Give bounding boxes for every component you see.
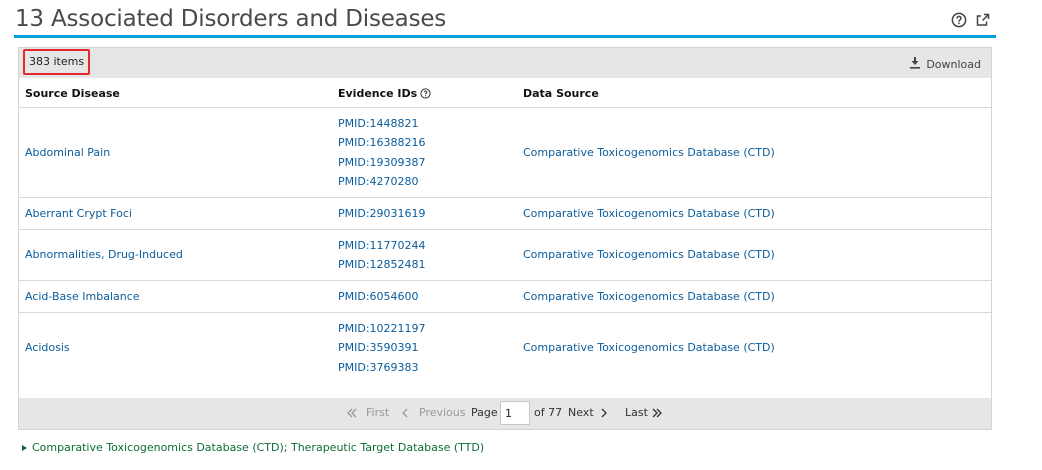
help-icon[interactable] <box>951 12 967 28</box>
pmid-link[interactable]: PMID:3769383 <box>338 358 426 377</box>
next-page-icon[interactable] <box>599 407 609 422</box>
pmid-link[interactable]: PMID:4270280 <box>338 172 426 191</box>
disease-table: 383 items Download Source Disease Eviden… <box>18 47 992 430</box>
pagination: First Previous Page of 77 Next Last <box>19 398 991 429</box>
data-source-link[interactable]: Comparative Toxicogenomics Database (CTD… <box>523 248 775 261</box>
col-header-evidence-ids[interactable]: Evidence IDs <box>338 87 431 102</box>
pmid-link[interactable]: PMID:6054600 <box>338 287 419 306</box>
col-header-evidence-ids-label: Evidence IDs <box>338 87 418 100</box>
disease-link[interactable]: Acid-Base Imbalance <box>25 290 140 303</box>
pmid-link[interactable]: PMID:29031619 <box>338 204 426 223</box>
sources-toggle[interactable]: Comparative Toxicogenomics Database (CTD… <box>32 441 484 454</box>
section-header: 13 Associated Disorders and Diseases <box>14 4 996 38</box>
evidence-ids: PMID:29031619 <box>338 204 426 223</box>
data-source-link[interactable]: Comparative Toxicogenomics Database (CTD… <box>523 146 775 159</box>
table-row: Aberrant Crypt Foci PMID:29031619 Compar… <box>19 198 991 230</box>
page-number-input[interactable] <box>500 401 530 425</box>
pmid-link[interactable]: PMID:11770244 <box>338 236 426 255</box>
help-icon[interactable] <box>420 88 431 102</box>
table-toolbar: 383 items Download <box>19 48 991 78</box>
section-title: 13 Associated Disorders and Diseases <box>15 6 447 32</box>
page-label: Page <box>471 406 498 419</box>
disease-link[interactable]: Aberrant Crypt Foci <box>25 207 132 220</box>
pmid-link[interactable]: PMID:1448821 <box>338 114 426 133</box>
col-header-source-disease[interactable]: Source Disease <box>25 87 120 100</box>
expand-arrow-icon[interactable] <box>22 445 27 451</box>
table-row: Acid-Base Imbalance PMID:6054600 Compara… <box>19 281 991 313</box>
pmid-link[interactable]: PMID:12852481 <box>338 255 426 274</box>
table-row: Abnormalities, Drug-Induced PMID:1177024… <box>19 230 991 281</box>
page-total: of 77 <box>534 406 563 419</box>
evidence-ids: PMID:10221197 PMID:3590391 PMID:3769383 <box>338 319 426 377</box>
first-page-icon[interactable] <box>346 407 358 422</box>
evidence-ids: PMID:11770244 PMID:12852481 <box>338 236 426 275</box>
first-page-button[interactable]: First <box>366 406 389 419</box>
disease-link[interactable]: Abdominal Pain <box>25 146 110 159</box>
previous-page-icon[interactable] <box>400 407 410 422</box>
pmid-link[interactable]: PMID:10221197 <box>338 319 426 338</box>
table-header: Source Disease Evidence IDs Data Source <box>19 78 991 108</box>
header-icons <box>951 12 991 28</box>
data-source-link[interactable]: Comparative Toxicogenomics Database (CTD… <box>523 290 775 303</box>
table-row: Abdominal Pain PMID:1448821 PMID:1638821… <box>19 108 991 198</box>
download-icon <box>909 56 921 72</box>
item-count: 383 items <box>23 49 90 75</box>
download-button[interactable]: Download <box>909 56 981 72</box>
next-page-button[interactable]: Next <box>568 406 594 419</box>
last-page-button[interactable]: Last <box>625 406 648 419</box>
data-source-link[interactable]: Comparative Toxicogenomics Database (CTD… <box>523 341 775 354</box>
previous-page-button[interactable]: Previous <box>419 406 466 419</box>
evidence-ids: PMID:6054600 <box>338 287 419 306</box>
data-source-link[interactable]: Comparative Toxicogenomics Database (CTD… <box>523 207 775 220</box>
pmid-link[interactable]: PMID:3590391 <box>338 338 426 357</box>
disease-link[interactable]: Abnormalities, Drug-Induced <box>25 248 183 261</box>
pmid-link[interactable]: PMID:19309387 <box>338 153 426 172</box>
external-link-icon[interactable] <box>975 12 991 28</box>
table-row: Acidosis PMID:10221197 PMID:3590391 PMID… <box>19 313 991 399</box>
download-label: Download <box>926 57 981 71</box>
last-page-icon[interactable] <box>651 407 663 422</box>
disease-link[interactable]: Acidosis <box>25 341 70 354</box>
evidence-ids: PMID:1448821 PMID:16388216 PMID:19309387… <box>338 114 426 191</box>
col-header-data-source[interactable]: Data Source <box>523 87 599 100</box>
pmid-link[interactable]: PMID:16388216 <box>338 133 426 152</box>
